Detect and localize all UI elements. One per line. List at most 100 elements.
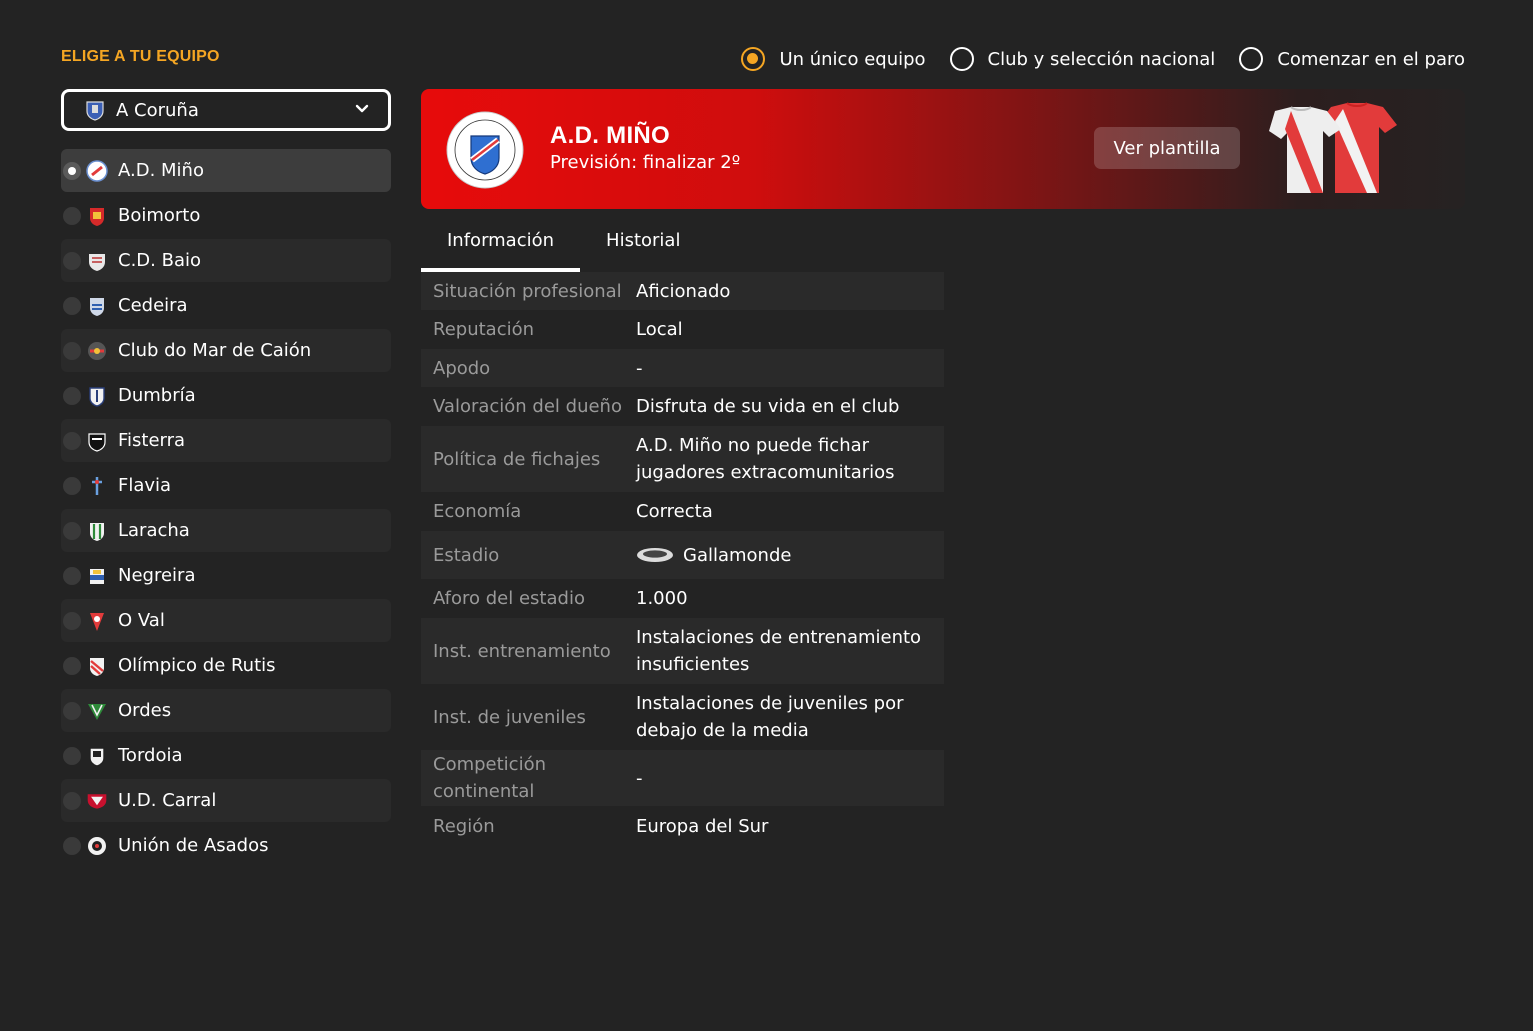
info-value: Gallamonde bbox=[683, 544, 792, 566]
info-value: Instalaciones de juveniles por debajo de… bbox=[636, 693, 904, 741]
stadium-icon bbox=[636, 547, 674, 563]
info-row: Política de fichajes A.D. Miño no puede f… bbox=[421, 426, 944, 492]
team-radio[interactable] bbox=[63, 206, 81, 225]
team-item[interactable]: Laracha bbox=[61, 509, 391, 552]
info-row: Región Europa del Sur bbox=[421, 806, 944, 846]
team-radio[interactable] bbox=[63, 746, 81, 765]
team-name: Dumbría bbox=[118, 385, 196, 406]
team-item[interactable]: Ordes bbox=[61, 689, 391, 732]
region-crest-icon bbox=[84, 99, 106, 121]
team-radio[interactable] bbox=[63, 836, 81, 855]
tab-information[interactable]: Información bbox=[421, 226, 581, 272]
team-radio[interactable] bbox=[63, 476, 81, 495]
region-dropdown[interactable]: A Coruña bbox=[61, 89, 391, 131]
mode-option-club-and-national[interactable]: Club y selección nacional bbox=[949, 44, 1216, 74]
info-row: Competición continental - bbox=[421, 750, 944, 806]
team-radio[interactable] bbox=[63, 656, 81, 675]
team-radio[interactable] bbox=[63, 566, 81, 585]
mode-radio-1[interactable] bbox=[949, 47, 974, 71]
chevron-down-icon bbox=[354, 100, 370, 121]
team-name: O Val bbox=[118, 610, 165, 631]
team-crest-icon bbox=[86, 295, 108, 317]
info-key: Política de fichajes bbox=[433, 448, 601, 470]
team-radio[interactable] bbox=[63, 251, 81, 270]
team-list: A.D. Miño Boimorto C.D. Baio Cedeira Clu… bbox=[61, 149, 391, 869]
team-item[interactable]: Tordoia bbox=[61, 734, 391, 777]
team-item[interactable]: Dumbría bbox=[61, 374, 391, 417]
page-heading: ELIGE A TU EQUIPO bbox=[61, 48, 220, 65]
info-key: Reputación bbox=[433, 319, 535, 340]
info-row: Apodo - bbox=[421, 349, 944, 387]
info-key: Situación profesional bbox=[433, 280, 622, 302]
team-radio[interactable] bbox=[63, 521, 81, 540]
team-radio[interactable] bbox=[63, 611, 81, 630]
team-name: Boimorto bbox=[118, 205, 201, 226]
team-crest-icon bbox=[86, 745, 108, 767]
team-crest-icon bbox=[86, 475, 108, 497]
info-row: Situación profesional Aficionado bbox=[421, 272, 944, 310]
team-name: Cedeira bbox=[118, 295, 188, 316]
team-crest-icon bbox=[86, 520, 108, 542]
team-item[interactable]: Boimorto bbox=[61, 194, 391, 237]
team-radio[interactable] bbox=[63, 341, 81, 360]
info-value: - bbox=[636, 767, 643, 789]
team-crest-icon bbox=[86, 655, 108, 677]
team-crest-icon bbox=[86, 430, 108, 452]
info-value: Instalaciones de entrenamiento insuficie… bbox=[636, 627, 922, 675]
mode-label: Un único equipo bbox=[779, 48, 926, 70]
team-item[interactable]: Club do Mar de Caión bbox=[61, 329, 391, 372]
team-item[interactable]: Fisterra bbox=[61, 419, 391, 462]
info-value: Disfruta de su vida en el club bbox=[636, 396, 900, 417]
info-value: Aficionado bbox=[636, 280, 731, 302]
mode-radio-0[interactable] bbox=[741, 47, 766, 71]
team-item[interactable]: Cedeira bbox=[61, 284, 391, 327]
game-mode-options: Un único equipo Club y selección naciona… bbox=[741, 44, 1465, 74]
team-item[interactable]: Flavia bbox=[61, 464, 391, 507]
info-key: Aforo del estadio bbox=[433, 588, 585, 609]
team-name: C.D. Baio bbox=[118, 250, 201, 271]
team-crest-icon bbox=[86, 790, 108, 812]
team-radio[interactable] bbox=[63, 791, 81, 810]
team-crest-icon bbox=[86, 835, 108, 857]
team-radio[interactable] bbox=[63, 431, 81, 450]
club-header-banner: A.D. MIÑO Previsión: finalizar 2º Ver pl… bbox=[421, 89, 1465, 209]
team-item[interactable]: Olímpico de Rutis bbox=[61, 644, 391, 687]
info-row: Inst. entrenamiento Instalaciones de entr… bbox=[421, 618, 944, 684]
team-item[interactable]: Negreira bbox=[61, 554, 391, 597]
info-value: Europa del Sur bbox=[636, 815, 769, 837]
team-name: A.D. Miño bbox=[118, 160, 204, 181]
mode-option-single-team[interactable]: Un único equipo bbox=[741, 44, 926, 74]
team-radio[interactable] bbox=[63, 386, 81, 405]
info-key: Valoración del dueño bbox=[433, 396, 622, 417]
team-name: Laracha bbox=[118, 520, 190, 541]
club-crest-icon bbox=[445, 110, 525, 194]
team-item[interactable]: C.D. Baio bbox=[61, 239, 391, 282]
info-key: Inst. entrenamiento bbox=[433, 640, 611, 662]
team-radio[interactable] bbox=[63, 296, 81, 315]
team-item[interactable]: O Val bbox=[61, 599, 391, 642]
club-info-table: Situación profesional Aficionado Reputaci… bbox=[421, 272, 944, 846]
team-name: Negreira bbox=[118, 565, 196, 586]
tab-history[interactable]: Historial bbox=[580, 226, 706, 272]
team-item[interactable]: Unión de Asados bbox=[61, 824, 391, 867]
mode-label: Club y selección nacional bbox=[987, 48, 1216, 70]
mode-option-unemployed[interactable]: Comenzar en el paro bbox=[1239, 44, 1465, 74]
info-value: Local bbox=[636, 319, 683, 340]
info-value: A.D. Miño no puede fichar jugadores extr… bbox=[636, 435, 895, 483]
team-item[interactable]: A.D. Miño bbox=[61, 149, 391, 192]
team-radio[interactable] bbox=[63, 701, 81, 720]
team-crest-icon bbox=[86, 205, 108, 227]
mode-radio-2[interactable] bbox=[1239, 47, 1264, 71]
view-squad-button[interactable]: Ver plantilla bbox=[1094, 127, 1240, 169]
info-value: - bbox=[636, 357, 643, 379]
info-value: Correcta bbox=[636, 501, 713, 522]
team-name: Ordes bbox=[118, 700, 172, 721]
club-name: A.D. MIÑO bbox=[550, 122, 671, 149]
team-crest-icon bbox=[86, 340, 108, 362]
info-key: Economía bbox=[433, 501, 522, 522]
team-radio[interactable] bbox=[63, 161, 81, 180]
info-key: Estadio bbox=[433, 544, 500, 566]
info-row: Economía Correcta bbox=[421, 492, 944, 531]
team-item[interactable]: U.D. Carral bbox=[61, 779, 391, 822]
team-crest-icon bbox=[86, 610, 108, 632]
